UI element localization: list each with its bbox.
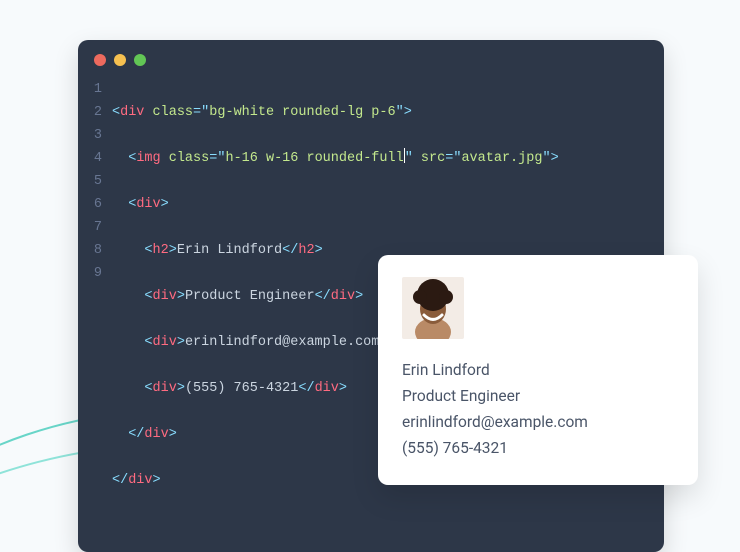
zoom-icon[interactable] [134,54,146,66]
card-name: Erin Lindford [402,357,674,383]
close-icon[interactable] [94,54,106,66]
line-number: 6 [78,193,102,216]
line-number: 9 [78,262,102,285]
minimize-icon[interactable] [114,54,126,66]
code-line: <div class="bg-white rounded-lg p-6"> [112,101,664,124]
card-title: Product Engineer [402,383,674,409]
code-line: <div> [112,193,664,216]
line-number: 3 [78,124,102,147]
line-number: 1 [78,78,102,101]
line-number-gutter: 1 2 3 4 5 6 7 8 9 [78,78,112,538]
line-number: 4 [78,147,102,170]
code-line: <img class="h-16 w-16 rounded-full" src=… [112,147,664,170]
line-number: 2 [78,101,102,124]
line-number: 8 [78,239,102,262]
card-phone: (555) 765-4321 [402,435,674,461]
profile-card: Erin Lindford Product Engineer erinlindf… [378,255,698,485]
window-controls [78,40,664,74]
line-number: 5 [78,170,102,193]
line-number: 7 [78,216,102,239]
avatar [402,277,464,339]
card-email: erinlindford@example.com [402,409,674,435]
